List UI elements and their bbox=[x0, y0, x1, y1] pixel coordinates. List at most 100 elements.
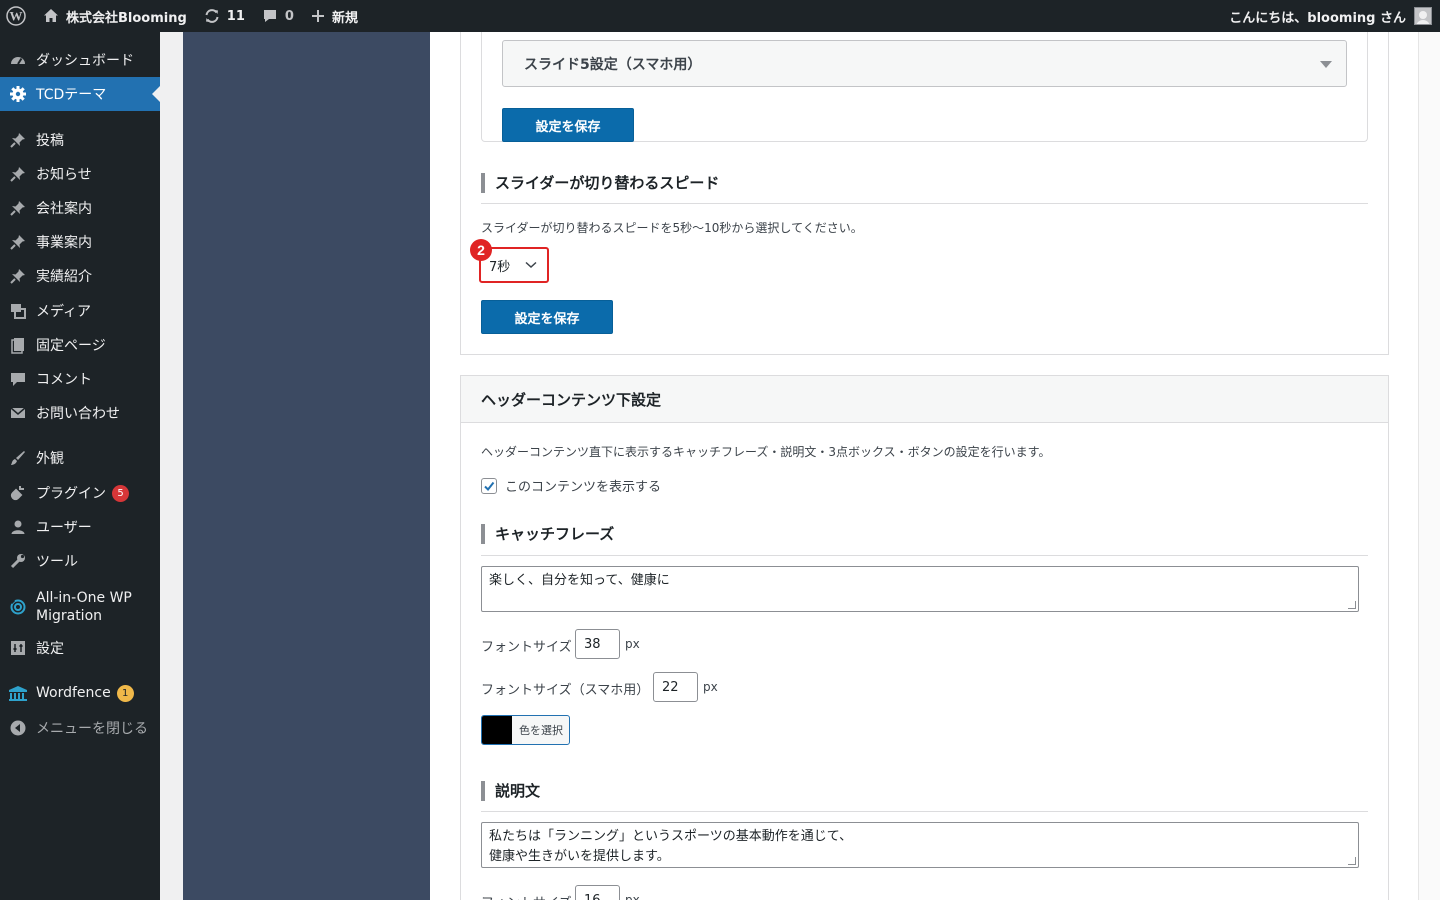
comments-count: 0 bbox=[284, 8, 294, 24]
save-button-2-label: 設定を保存 bbox=[514, 311, 580, 327]
color-swatch bbox=[482, 716, 512, 744]
font-size-sp-label: フォントサイズ（スマホ用） bbox=[481, 683, 650, 698]
collapse-icon bbox=[8, 718, 28, 738]
description-divider bbox=[481, 811, 1368, 812]
admin-bar: W 株式会社Blooming 11 0 新規 こんにちは、blooming さん bbox=[0, 0, 1440, 32]
font-size-unit-2: px bbox=[625, 893, 640, 900]
save-button-1[interactable]: 設定を保存 bbox=[502, 108, 634, 142]
color-picker-button[interactable]: 色を選択 bbox=[481, 715, 570, 745]
sidebar-item-6[interactable]: 実績紹介 bbox=[0, 259, 160, 293]
notification-badge: 5 bbox=[112, 484, 129, 502]
sidebar-item-label: 事業案内 bbox=[36, 235, 92, 251]
show-content-checkbox[interactable] bbox=[481, 477, 497, 494]
wordpress-icon: W bbox=[6, 6, 26, 26]
gear-icon bbox=[8, 84, 28, 104]
pin-icon bbox=[8, 130, 28, 150]
sidebar-item-15[interactable]: All-in-One WP Migration bbox=[0, 585, 160, 629]
updates-link[interactable]: 11 bbox=[195, 0, 253, 32]
catchphrase-textarea[interactable]: 楽しく、自分を知って、健康に bbox=[481, 566, 1359, 612]
step-marker-number: 2 bbox=[477, 242, 485, 258]
chevron-down-icon bbox=[525, 261, 537, 269]
admin-sidebar: ダッシュボード TCDテーマ 投稿お知らせ会社案内事業案内実績紹介 メディア 固定ページ… bbox=[0, 32, 160, 900]
sidebar-item-16[interactable]: 設定 bbox=[0, 631, 160, 665]
font-size-input[interactable]: 38 bbox=[575, 629, 620, 659]
sidebar-item-label: お問い合わせ bbox=[36, 406, 120, 422]
description-textarea[interactable]: 私たちは「ランニング」というスポーツの基本動作を通じて、 健康や生きがいを提供し… bbox=[481, 822, 1359, 868]
accordion-label: スライド5設定（スマホ用） bbox=[524, 56, 702, 73]
pin-icon bbox=[8, 232, 28, 252]
site-name: 株式会社Blooming bbox=[66, 10, 187, 26]
media-icon bbox=[8, 301, 28, 321]
sidebar-item-1[interactable]: TCDテーマ bbox=[0, 77, 160, 111]
notification-badge: 1 bbox=[116, 684, 134, 702]
sidebar-item-label: ダッシュボード bbox=[36, 53, 134, 69]
description-line-2: 健康や生きがいを提供します。 bbox=[489, 849, 670, 864]
theme-options-content: スライド5設定（スマホ用） 設定を保存 スライダーが切り替わるスピード スライダ… bbox=[430, 32, 1418, 900]
sidebar-item-8[interactable]: 固定ページ bbox=[0, 328, 160, 362]
sidebar-item-12[interactable]: プラグイン 5 bbox=[0, 476, 160, 510]
save-button-1-label: 設定を保存 bbox=[535, 119, 601, 135]
sidebar-item-label: 会社案内 bbox=[36, 201, 92, 217]
font-size-sp-unit: px bbox=[703, 680, 718, 694]
save-button-2[interactable]: 設定を保存 bbox=[481, 300, 613, 334]
sidebar-item-11[interactable]: 外観 bbox=[0, 441, 160, 475]
site-name-link[interactable]: 株式会社Blooming bbox=[34, 0, 195, 32]
sidebar-item-5[interactable]: 事業案内 bbox=[0, 225, 160, 259]
catchphrase-divider bbox=[481, 555, 1368, 556]
font-size-sp-input[interactable]: 22 bbox=[653, 672, 698, 702]
sidebar-item-label: コメント bbox=[36, 372, 92, 388]
sidebar-item-13[interactable]: ユーザー bbox=[0, 510, 160, 544]
description-line-1: 私たちは「ランニング」というスポーツの基本動作を通じて、 bbox=[489, 829, 853, 844]
catchphrase-text: 楽しく、自分を知って、健康に bbox=[489, 573, 670, 588]
home-icon bbox=[44, 9, 58, 22]
catchphrase-heading: キャッチフレーズ bbox=[481, 524, 614, 544]
plugin-icon bbox=[8, 483, 28, 503]
comment-icon bbox=[263, 10, 276, 22]
step-marker: 2 bbox=[470, 239, 492, 261]
sidebar-item-label: TCDテーマ bbox=[36, 87, 107, 103]
wordpress-logo-button[interactable]: W bbox=[0, 0, 34, 32]
sidebar-item-label: 投稿 bbox=[36, 133, 64, 149]
pin-icon bbox=[8, 164, 28, 184]
sidebar-item-17[interactable]: Wordfence 1 bbox=[0, 676, 160, 710]
sidebar-item-7[interactable]: メディア bbox=[0, 294, 160, 328]
new-label: 新規 bbox=[331, 10, 358, 26]
sidebar-item-3[interactable]: お知らせ bbox=[0, 157, 160, 191]
sidebar-item-4[interactable]: 会社案内 bbox=[0, 191, 160, 225]
font-size-sp-value: 22 bbox=[662, 679, 679, 695]
font-size-label: フォントサイズ bbox=[481, 640, 572, 655]
sidebar-item-label: Wordfence bbox=[36, 685, 111, 701]
speed-heading-divider bbox=[481, 203, 1368, 204]
show-content-checkbox-row[interactable]: このコンテンツを表示する bbox=[481, 476, 661, 495]
comments-link[interactable]: 0 bbox=[253, 0, 302, 32]
show-content-label: このコンテンツを表示する bbox=[505, 480, 662, 495]
page-scrollbar[interactable] bbox=[1418, 32, 1440, 900]
my-account-link[interactable]: こんにちは、blooming さん bbox=[1229, 7, 1440, 26]
speed-select[interactable]: 7秒 bbox=[483, 251, 545, 279]
header-content-box-header[interactable]: ヘッダーコンテンツ下設定 bbox=[461, 376, 1388, 423]
font-size-input-2[interactable]: 16 bbox=[575, 885, 620, 900]
new-content-link[interactable]: 新規 bbox=[302, 0, 366, 32]
page-icon bbox=[8, 335, 28, 355]
avatar bbox=[1414, 7, 1432, 25]
speed-heading: スライダーが切り替わるスピード bbox=[481, 173, 719, 193]
plus-icon bbox=[311, 10, 324, 22]
sidebar-item-0[interactable]: ダッシュボード bbox=[0, 43, 160, 77]
settings-icon bbox=[8, 638, 28, 658]
sidebar-item-18[interactable]: メニューを閉じる bbox=[0, 711, 160, 745]
updates-count: 11 bbox=[226, 8, 245, 24]
pin-icon bbox=[8, 198, 28, 218]
sidebar-item-label: お知らせ bbox=[36, 167, 92, 183]
font-size-value: 38 bbox=[584, 636, 601, 652]
accordion-slide5-sp[interactable]: スライド5設定（スマホ用） bbox=[502, 40, 1347, 87]
color-picker-label: 色を選択 bbox=[519, 724, 563, 737]
wrench-icon bbox=[8, 551, 28, 571]
dashboard-icon bbox=[8, 50, 28, 70]
sidebar-item-14[interactable]: ツール bbox=[0, 544, 160, 578]
svg-text:W: W bbox=[10, 9, 23, 24]
sidebar-item-2[interactable]: 投稿 bbox=[0, 123, 160, 157]
wordfence-icon bbox=[8, 683, 28, 703]
header-content-description: ヘッダーコンテンツ直下に表示するキャッチフレーズ・説明文・3点ボックス・ボタンの… bbox=[481, 445, 1051, 459]
sidebar-item-10[interactable]: お問い合わせ bbox=[0, 396, 160, 430]
sidebar-item-9[interactable]: コメント bbox=[0, 362, 160, 396]
